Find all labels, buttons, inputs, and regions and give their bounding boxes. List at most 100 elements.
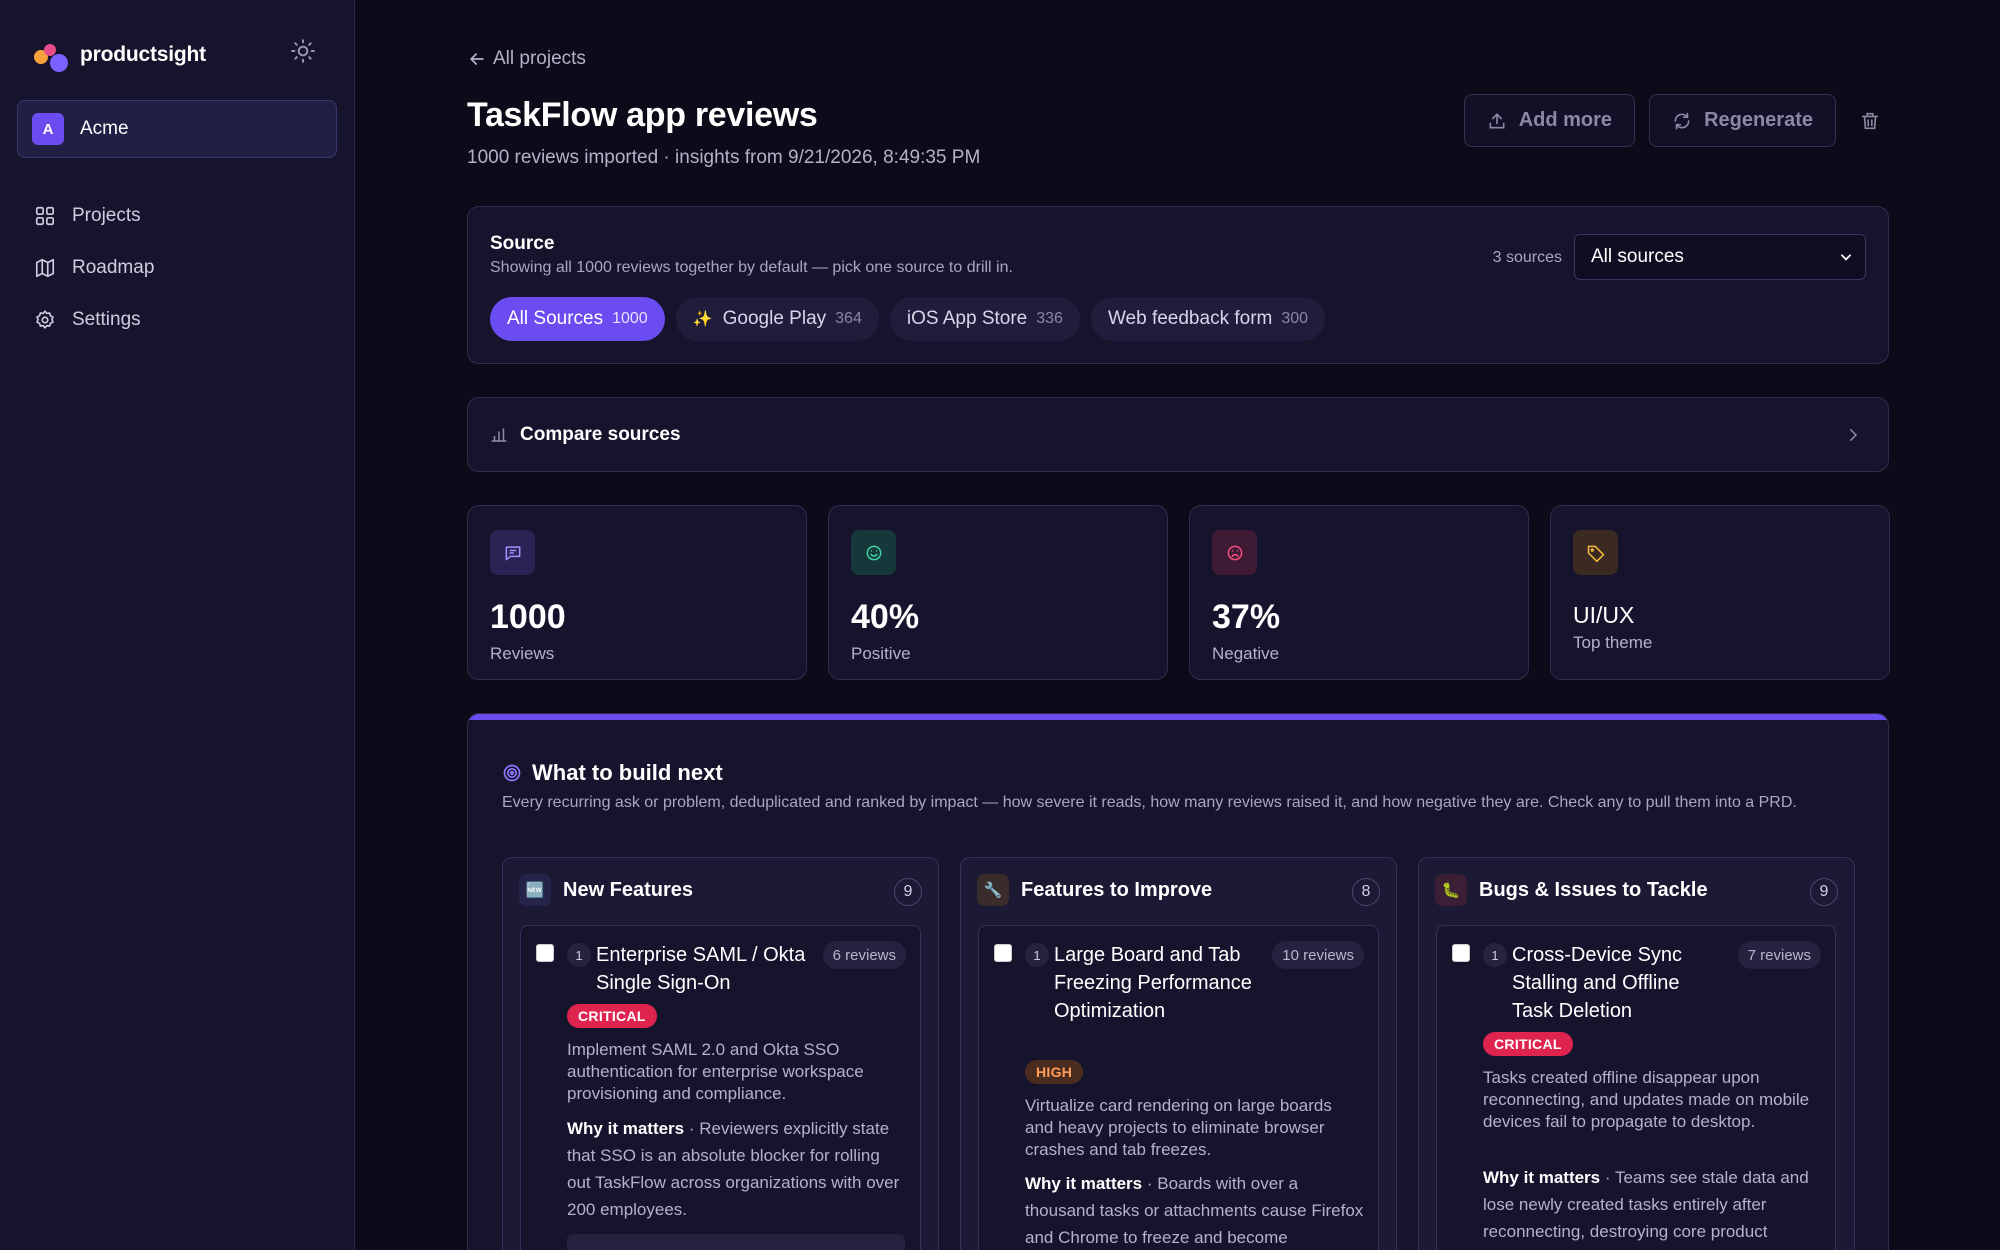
column-header: 🐛 Bugs & Issues to Tackle xyxy=(1435,874,1708,906)
chip-google-play[interactable]: ✨ Google Play 364 xyxy=(675,297,879,341)
chip-count: 1000 xyxy=(612,310,648,327)
chip-count: 300 xyxy=(1281,310,1309,327)
workspace-avatar: A xyxy=(32,113,64,145)
compare-sources-label: Compare sources xyxy=(520,423,681,445)
map-icon xyxy=(35,258,55,278)
sparkle-icon: ✨ xyxy=(692,311,713,328)
stat-value: UI/UX xyxy=(1573,602,1635,628)
brand[interactable]: productsight xyxy=(34,36,206,74)
item-title: Enterprise SAML / Okta Single Sign-On xyxy=(596,944,806,994)
stat-card-top-theme: UI/UX Top theme xyxy=(1550,505,1890,680)
column-header: 🔧 Features to Improve xyxy=(977,874,1212,906)
item-description: Virtualize card rendering on large board… xyxy=(1025,1096,1332,1159)
review-count-badge: 10 reviews xyxy=(1272,941,1364,969)
sidebar-nav: Projects Roadmap Settings xyxy=(34,190,154,346)
stat-card-reviews: 1000 Reviews xyxy=(467,505,807,680)
chevron-down-icon xyxy=(1841,254,1851,261)
sidebar-item-projects[interactable]: Projects xyxy=(34,190,154,242)
select-checkbox[interactable] xyxy=(994,944,1012,962)
list-item[interactable]: 1 Cross-Device Sync Stalling and Offline… xyxy=(1436,925,1836,1250)
list-item[interactable]: 1 Enterprise SAML / Okta Single Sign-On … xyxy=(520,925,921,1250)
column-features-to-improve: 🔧 Features to Improve 8 1 Large Board an… xyxy=(960,857,1397,1250)
column-count: 9 xyxy=(1810,878,1838,906)
back-link[interactable]: All projects xyxy=(467,48,586,70)
gear-icon xyxy=(36,310,54,330)
column-count: 9 xyxy=(894,878,922,906)
regenerate-label: Regenerate xyxy=(1704,109,1813,131)
column-title: Bugs & Issues to Tackle xyxy=(1479,878,1708,901)
back-link-label: All projects xyxy=(493,48,586,69)
review-count-badge: 6 reviews xyxy=(822,941,906,969)
list-item[interactable]: 1 Large Board and Tab Freezing Performan… xyxy=(978,925,1379,1250)
review-count-badge: 7 reviews xyxy=(1737,941,1821,969)
tag-icon xyxy=(1573,530,1618,575)
bar-chart-icon xyxy=(491,427,507,442)
sidebar-item-settings[interactable]: Settings xyxy=(34,294,154,346)
rank-badge: 1 xyxy=(1483,943,1507,967)
chip-count: 364 xyxy=(835,310,862,327)
brand-name: productsight xyxy=(80,43,206,66)
chip-all-sources[interactable]: All Sources 1000 xyxy=(490,297,665,341)
column-new-features: 🆕 New Features 9 1 Enterprise SAML / Okt… xyxy=(502,857,939,1250)
chevron-right-icon xyxy=(1850,429,1858,441)
select-checkbox[interactable] xyxy=(536,944,554,962)
item-description: Implement SAML 2.0 and Okta SSO authenti… xyxy=(567,1040,864,1103)
select-checkbox[interactable] xyxy=(1452,944,1470,962)
source-count: 3 sources xyxy=(1492,249,1562,266)
stat-label: Top theme xyxy=(1573,633,1653,652)
item-title: Large Board and Tab Freezing Performance… xyxy=(1054,944,1252,1022)
chip-label: Google Play xyxy=(722,308,827,329)
source-card: Source Showing all 1000 reviews together… xyxy=(467,206,1889,364)
chip-web-feedback-form[interactable]: Web feedback form 300 xyxy=(1090,297,1326,341)
stat-card-positive: 40% Positive xyxy=(828,505,1168,680)
severity-badge: HIGH xyxy=(1025,1060,1084,1084)
why-it-matters: Why it matters · Reviewers explicitly st… xyxy=(567,1119,900,1219)
rank-badge: 1 xyxy=(1025,943,1049,967)
upload-icon xyxy=(1489,112,1505,128)
chat-icon xyxy=(490,530,535,575)
workspace-switcher[interactable]: A Acme xyxy=(17,100,337,158)
delete-button[interactable] xyxy=(1850,94,1890,147)
why-label: Why it matters xyxy=(567,1119,685,1138)
sun-icon[interactable] xyxy=(290,38,316,64)
header-actions: Add more Regenerate xyxy=(1450,94,1890,147)
source-title: Source xyxy=(490,233,555,254)
item-description: Tasks created offline disappear upon rec… xyxy=(1483,1068,1810,1131)
build-next-title-text: What to build next xyxy=(532,760,723,785)
chip-count: 336 xyxy=(1036,310,1063,327)
severity-badge: CRITICAL xyxy=(567,1004,657,1028)
column-bugs-and-issues: 🐛 Bugs & Issues to Tackle 9 1 Cross-Devi… xyxy=(1418,857,1855,1250)
sidebar-item-label: Projects xyxy=(72,205,141,226)
wrench-icon: 🔧 xyxy=(977,874,1009,906)
source-chips: All Sources 1000 ✨ Google Play 364 iOS A… xyxy=(490,297,1336,341)
refresh-icon xyxy=(1674,112,1690,129)
evidence-bar xyxy=(567,1234,905,1250)
regenerate-button[interactable]: Regenerate xyxy=(1649,94,1836,147)
sidebar-item-roadmap[interactable]: Roadmap xyxy=(34,242,154,294)
build-next-description: Every recurring ask or problem, deduplic… xyxy=(502,794,1797,811)
frown-icon xyxy=(1212,530,1257,575)
compare-sources-toggle[interactable]: Compare sources xyxy=(467,397,1889,472)
sidebar: productsight A Acme Projects Roadmap Set… xyxy=(0,0,355,1250)
rank-badge: 1 xyxy=(567,943,591,967)
why-label: Why it matters xyxy=(1483,1168,1601,1187)
column-title: New Features xyxy=(563,878,694,901)
source-select-value: All sources xyxy=(1591,246,1684,267)
stat-value: 40% xyxy=(851,598,920,636)
stat-label: Negative xyxy=(1212,644,1280,663)
workspace-name: Acme xyxy=(80,118,129,139)
page-subtitle: 1000 reviews imported · insights from 9/… xyxy=(467,147,981,168)
chip-label: All Sources xyxy=(507,308,604,329)
add-more-button[interactable]: Add more xyxy=(1463,94,1636,147)
item-title: Cross-Device Sync Stalling and Offline T… xyxy=(1512,944,1683,1022)
stat-card-negative: 37% Negative xyxy=(1189,505,1529,680)
column-count: 8 xyxy=(1352,878,1380,906)
bug-icon: 🐛 xyxy=(1435,874,1467,906)
sidebar-item-label: Roadmap xyxy=(72,257,155,278)
chip-ios-app-store[interactable]: iOS App Store 336 xyxy=(889,297,1080,341)
grid-icon xyxy=(35,206,55,226)
smile-icon xyxy=(851,530,896,575)
source-select[interactable]: All sources xyxy=(1574,234,1866,280)
build-next-title: What to build next xyxy=(502,760,723,786)
accent-bar xyxy=(468,714,1888,720)
